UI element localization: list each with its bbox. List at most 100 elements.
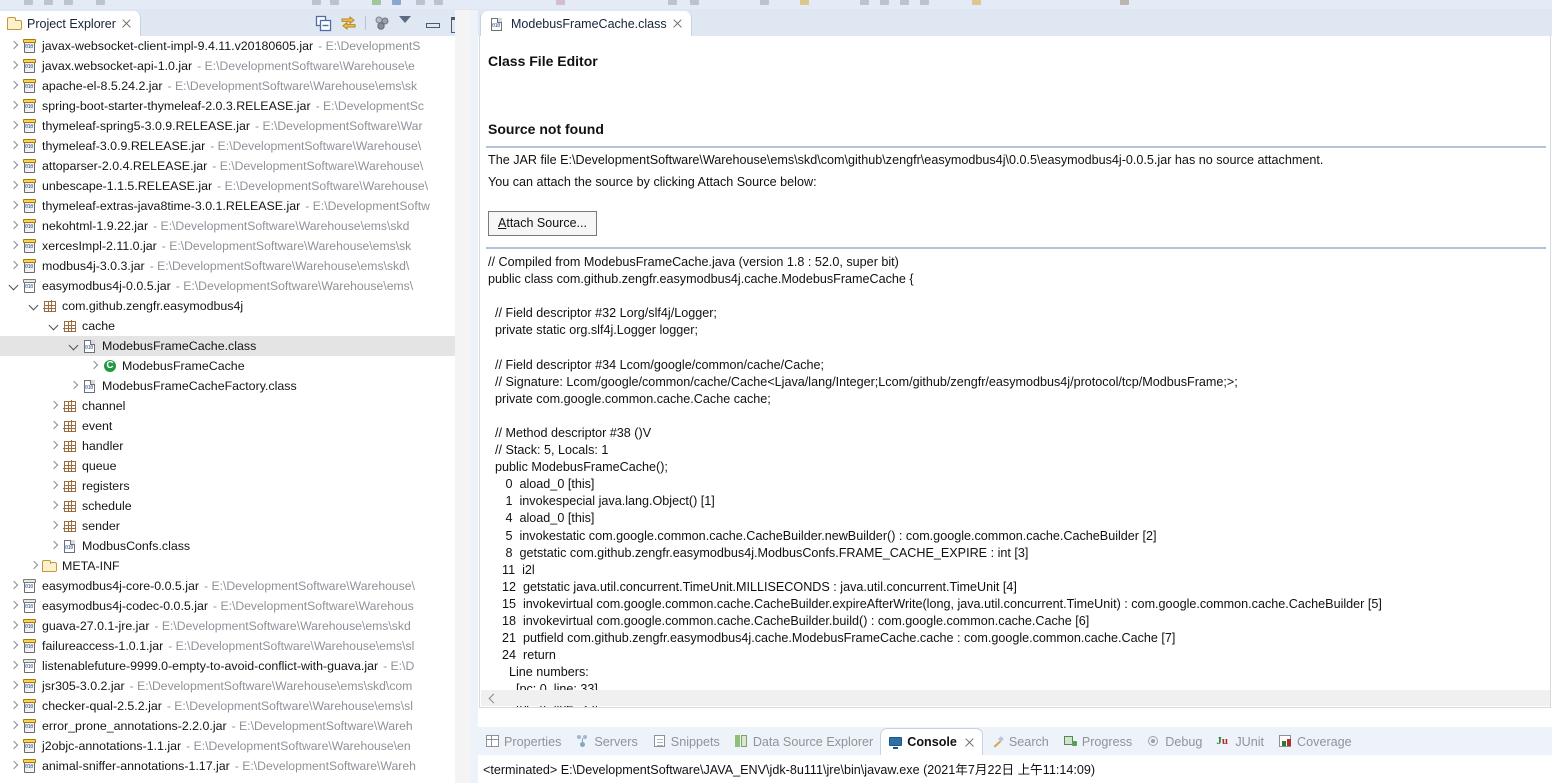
chevron-right-icon[interactable] [7, 196, 21, 216]
tree-row[interactable]: handler [0, 436, 455, 456]
scroll-left-arrow-icon[interactable] [485, 690, 499, 706]
toolbar-icon[interactable] [64, 0, 73, 5]
tree-row[interactable]: event [0, 416, 455, 436]
toolbar-icon[interactable] [434, 0, 443, 5]
toolbar-icon[interactable] [96, 0, 105, 5]
tree-row[interactable]: 010 javax.websocket-api-1.0.jar - E:\Devel… [0, 56, 455, 76]
chevron-right-icon[interactable] [47, 396, 61, 416]
tree-row[interactable]: 010 jsr305-3.0.2.jar - E:\DevelopmentSoftw… [0, 676, 455, 696]
tree-row[interactable]: registers [0, 476, 455, 496]
chevron-right-icon[interactable] [7, 176, 21, 196]
chevron-down-icon[interactable] [27, 296, 41, 316]
tree-row[interactable]: cache [0, 316, 455, 336]
toolbar-icon[interactable] [972, 0, 981, 5]
bottom-tab-progress[interactable]: Progress [1056, 728, 1139, 755]
toolbar-icon[interactable] [1120, 0, 1129, 5]
link-with-editor-icon[interactable] [340, 15, 357, 32]
tree-row[interactable]: 010 ModebusFrameCacheFactory.class [0, 376, 455, 396]
toolbar-icon[interactable] [900, 0, 909, 5]
chevron-right-icon[interactable] [7, 156, 21, 176]
chevron-right-icon[interactable] [7, 216, 21, 236]
chevron-right-icon[interactable] [7, 56, 21, 76]
chevron-right-icon[interactable] [7, 256, 21, 276]
debug-icon[interactable] [392, 0, 401, 5]
chevron-right-icon[interactable] [7, 736, 21, 756]
tree-row[interactable]: 010 unbescape-1.1.5.RELEASE.jar - E:\Devel… [0, 176, 455, 196]
bottom-tab-properties[interactable]: Properties [478, 728, 568, 755]
tree-row[interactable]: 010 attoparser-2.0.4.RELEASE.jar - E:\Deve… [0, 156, 455, 176]
run-icon[interactable] [372, 0, 381, 5]
toolbar-icon[interactable] [760, 0, 769, 5]
chevron-right-icon[interactable] [47, 536, 61, 556]
chevron-down-icon[interactable] [67, 336, 81, 356]
view-options-icon[interactable] [374, 15, 391, 32]
chevron-right-icon[interactable] [7, 636, 21, 656]
tree-row[interactable]: queue [0, 456, 455, 476]
chevron-down-icon[interactable] [47, 316, 61, 336]
tree-row[interactable]: 010 thymeleaf-spring5-3.0.9.RELEASE.jar - … [0, 116, 455, 136]
bottom-tab-servers[interactable]: Servers [568, 728, 644, 755]
tree-row[interactable]: com.github.zengfr.easymodbus4j [0, 296, 455, 316]
tree-row[interactable]: 010 easymodbus4j-codec-0.0.5.jar - E:\Deve… [0, 596, 455, 616]
tree-row[interactable]: 010 easymodbus4j-core-0.0.5.jar - E:\Devel… [0, 576, 455, 596]
tree-row[interactable]: 010 thymeleaf-extras-java8time-3.0.1.RELE… [0, 196, 455, 216]
class-file-editor-body[interactable]: Class File Editor Source not found The J… [479, 36, 1551, 708]
bottom-tab-junit[interactable]: Ju JUnit [1209, 728, 1271, 755]
close-icon[interactable] [121, 18, 132, 29]
vertical-sash[interactable] [455, 10, 470, 783]
close-icon[interactable] [964, 737, 975, 748]
toolbar-icon[interactable] [860, 0, 869, 5]
tree-row[interactable]: 010 error_prone_annotations-2.2.0.jar - E:… [0, 716, 455, 736]
toolbar-icon[interactable] [668, 0, 677, 5]
tree-row[interactable]: schedule [0, 496, 455, 516]
tree-row[interactable]: META-INF [0, 556, 455, 576]
chevron-right-icon[interactable] [7, 136, 21, 156]
collapse-all-icon[interactable] [315, 15, 332, 32]
toolbar-icon[interactable] [312, 0, 321, 5]
tree-row[interactable]: channel [0, 396, 455, 416]
chevron-down-icon[interactable] [7, 276, 21, 296]
tab-modebusframecache-class[interactable]: 010 ModebusFrameCache.class [480, 11, 692, 36]
chevron-right-icon[interactable] [7, 716, 21, 736]
chevron-right-icon[interactable] [47, 416, 61, 436]
bottom-tab-search[interactable]: Search [983, 728, 1056, 755]
bottom-tab-data-source-explorer[interactable]: Data Source Explorer [727, 728, 880, 755]
tree-row[interactable]: 010 spring-boot-starter-thymeleaf-2.0.3.R… [0, 96, 455, 116]
tree-row[interactable]: 010 failureaccess-1.0.1.jar - E:\Developme… [0, 636, 455, 656]
tree-row[interactable]: 010 animal-sniffer-annotations-1.17.jar - … [0, 756, 455, 776]
chevron-right-icon[interactable] [7, 76, 21, 96]
chevron-right-icon[interactable] [7, 36, 21, 56]
tree-row[interactable]: 010 modbus4j-3.0.3.jar - E:\DevelopmentSof… [0, 256, 455, 276]
toolbar-icon[interactable] [416, 0, 425, 5]
toolbar-icon[interactable] [800, 0, 809, 5]
chevron-right-icon[interactable] [47, 436, 61, 456]
bottom-tab-console[interactable]: Console [880, 728, 983, 755]
toolbar-icon[interactable] [44, 0, 53, 5]
bottom-tab-debug[interactable]: Debug [1139, 728, 1209, 755]
toolbar-icon[interactable] [690, 0, 699, 5]
bottom-tab-snippets[interactable]: Snippets [645, 728, 727, 755]
close-icon[interactable] [672, 18, 683, 29]
attach-source-button[interactable]: Attach Source... [488, 211, 597, 236]
tree-row[interactable]: 010 ModebusFrameCache.class [0, 336, 455, 356]
chevron-right-icon[interactable] [87, 356, 101, 376]
chevron-right-icon[interactable] [67, 376, 81, 396]
tree-row[interactable]: 010 nekohtml-1.9.22.jar - E:\DevelopmentSo… [0, 216, 455, 236]
chevron-right-icon[interactable] [47, 496, 61, 516]
tree-row[interactable]: ModebusFrameCache [0, 356, 455, 376]
toolbar-icon[interactable] [24, 0, 33, 5]
bottom-tab-coverage[interactable]: Coverage [1271, 728, 1359, 755]
chevron-right-icon[interactable] [47, 476, 61, 496]
editor-horizontal-scrollbar[interactable] [481, 690, 1550, 706]
tree-row[interactable]: 010 apache-el-8.5.24.2.jar - E:\Developmen… [0, 76, 455, 96]
chevron-right-icon[interactable] [7, 96, 21, 116]
tree-row[interactable]: 010 j2objc-annotations-1.1.jar - E:\Develo… [0, 736, 455, 756]
tab-project-explorer[interactable]: Project Explorer [0, 11, 141, 36]
chevron-right-icon[interactable] [7, 756, 21, 776]
tree-row[interactable]: 010 xercesImpl-2.11.0.jar - E:\Development… [0, 236, 455, 256]
chevron-right-icon[interactable] [47, 456, 61, 476]
chevron-right-icon[interactable] [7, 236, 21, 256]
chevron-right-icon[interactable] [7, 116, 21, 136]
toolbar-icon[interactable] [556, 0, 565, 5]
chevron-right-icon[interactable] [7, 676, 21, 696]
